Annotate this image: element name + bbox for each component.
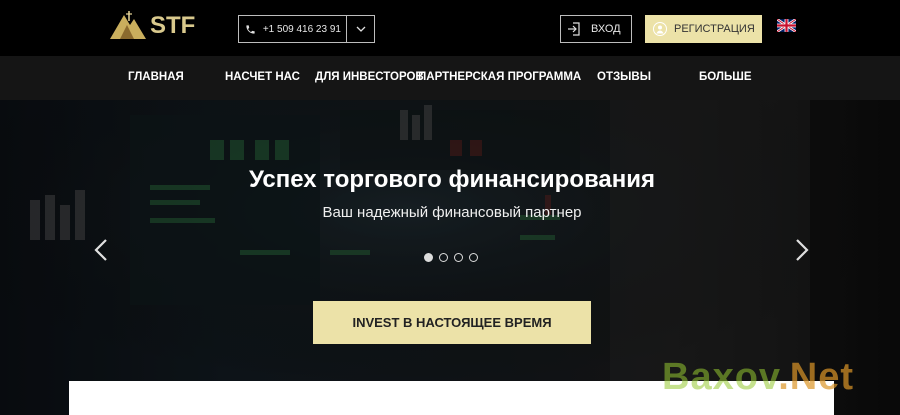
slider-dot-4[interactable] — [469, 253, 478, 262]
login-button[interactable]: ВХОД — [560, 15, 632, 43]
uk-flag-icon[interactable] — [777, 19, 796, 32]
main-nav: ГЛАВНАЯ НАСЧЕТ НАС ДЛЯ ИНВЕСТОРОВ ПАРТНЕ… — [0, 56, 900, 100]
nav-item-home[interactable]: ГЛАВНАЯ — [128, 71, 184, 83]
slider-dot-2[interactable] — [439, 253, 448, 262]
nav-item-investors[interactable]: ДЛЯ ИНВЕСТОРОВ — [315, 71, 424, 83]
invest-now-label: INVEST В НАСТОЯЩЕЕ ВРЕМЯ — [352, 315, 552, 330]
logo[interactable]: STF — [110, 10, 195, 42]
hero-title: Успех торгового финансирования — [248, 166, 656, 193]
user-icon — [653, 22, 667, 36]
top-bar: STF +1 509 416 23 91 ВХОД РЕГИСТРАЦИЯ — [0, 0, 900, 56]
nav-item-partners[interactable]: ПАРТНЕРСКАЯ ПРОГРАММА — [418, 71, 581, 83]
slider-prev-arrow-icon[interactable] — [93, 238, 109, 262]
slider-dot-1[interactable] — [424, 253, 433, 262]
watermark: Baxov.Net — [662, 356, 854, 399]
watermark-main: Baxov — [662, 356, 779, 398]
watermark-suffix: .Net — [778, 356, 855, 398]
chevron-down-icon[interactable] — [347, 16, 374, 42]
register-button[interactable]: РЕГИСТРАЦИЯ — [645, 15, 762, 43]
nav-item-reviews[interactable]: ОТЗЫВЫ — [597, 71, 651, 83]
phone-icon — [239, 16, 263, 42]
hero-subtitle: Ваш надежный финансовый партнер — [322, 204, 582, 221]
slider-dot-3[interactable] — [454, 253, 463, 262]
phone-number: +1 509 416 23 91 — [262, 23, 341, 35]
nav-item-about[interactable]: НАСЧЕТ НАС — [225, 71, 300, 83]
phone-selector[interactable]: +1 509 416 23 91 — [238, 15, 375, 43]
slider-next-arrow-icon[interactable] — [794, 238, 810, 262]
logo-mountain-icon — [110, 11, 146, 39]
register-label: РЕГИСТРАЦИЯ — [674, 23, 755, 35]
login-icon — [568, 22, 580, 36]
invest-now-button[interactable]: INVEST В НАСТОЯЩЕЕ ВРЕМЯ — [313, 301, 591, 344]
login-label: ВХОД — [591, 23, 621, 35]
nav-item-more[interactable]: БОЛЬШЕ — [699, 71, 752, 83]
hero-slider: Успех торгового финансирования Ваш надеж… — [0, 100, 900, 415]
logo-text: STF — [150, 12, 196, 39]
slider-dots — [424, 253, 478, 262]
